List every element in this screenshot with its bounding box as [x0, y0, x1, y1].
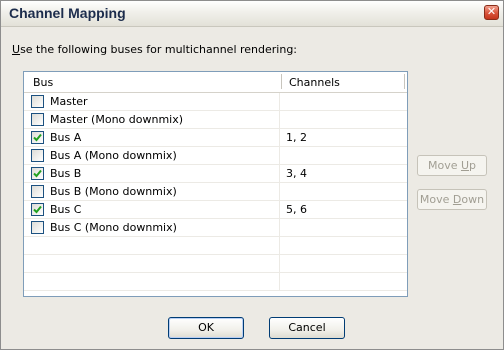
cancel-button[interactable]: Cancel: [269, 317, 345, 339]
row-checkbox[interactable]: [31, 95, 44, 108]
move-up-button[interactable]: Move Up: [417, 155, 487, 176]
bus-name: Bus B: [50, 167, 82, 180]
column-header-bus[interactable]: Bus: [33, 76, 53, 89]
window-title: Channel Mapping: [9, 5, 126, 21]
row-checkbox[interactable]: [31, 221, 44, 234]
check-icon: [33, 169, 42, 178]
column-divider: [279, 237, 280, 255]
title-bar[interactable]: Channel Mapping ✕: [1, 1, 503, 27]
list-header: Bus Channels: [24, 72, 407, 93]
column-divider: [279, 165, 280, 183]
column-divider: [279, 93, 280, 111]
row-checkbox[interactable]: [31, 203, 44, 216]
bus-name: Master: [50, 95, 88, 108]
column-divider: [279, 111, 280, 129]
channels-value: 3, 4: [286, 167, 307, 180]
check-icon: [33, 205, 42, 214]
bus-name: Bus C: [50, 203, 82, 216]
row-checkbox[interactable]: [31, 185, 44, 198]
column-divider: [279, 129, 280, 147]
table-row[interactable]: Bus A 1, 2: [24, 129, 407, 147]
channels-value: 5, 6: [286, 203, 307, 216]
column-divider: [279, 201, 280, 219]
close-icon[interactable]: ✕: [484, 5, 499, 20]
bus-name: Master (Mono downmix): [50, 113, 184, 126]
table-row[interactable]: Bus B (Mono downmix): [24, 183, 407, 201]
column-header-channels[interactable]: Channels: [289, 76, 340, 89]
column-divider: [279, 273, 280, 291]
channels-value: 1, 2: [286, 131, 307, 144]
bus-name: Bus C (Mono downmix): [50, 221, 177, 234]
bus-rows: Master Master (Mono downmix) Bus A 1, 2 Bus …: [24, 93, 407, 291]
row-checkbox[interactable]: [31, 167, 44, 180]
column-divider: [279, 147, 280, 165]
table-row[interactable]: Master (Mono downmix): [24, 111, 407, 129]
table-row[interactable]: Bus C 5, 6: [24, 201, 407, 219]
table-row[interactable]: Master: [24, 93, 407, 111]
bus-name: Bus A (Mono downmix): [50, 149, 177, 162]
empty-row: [24, 237, 407, 255]
column-divider: [279, 219, 280, 237]
row-checkbox[interactable]: [31, 149, 44, 162]
table-row[interactable]: Bus C (Mono downmix): [24, 219, 407, 237]
check-icon: [33, 133, 42, 142]
instruction-text: Use the following buses for multichannel…: [12, 43, 298, 56]
bus-list[interactable]: Bus Channels Master Master (Mono downmix)…: [23, 71, 408, 297]
empty-row: [24, 273, 407, 291]
move-down-button[interactable]: Move Down: [417, 189, 487, 210]
column-divider: [279, 183, 280, 201]
column-divider[interactable]: [281, 74, 282, 89]
ok-button[interactable]: OK: [168, 317, 244, 339]
channel-mapping-dialog: Channel Mapping ✕ Use the following buse…: [0, 0, 504, 350]
table-row[interactable]: Bus B 3, 4: [24, 165, 407, 183]
bus-name: Bus A: [50, 131, 82, 144]
row-checkbox[interactable]: [31, 113, 44, 126]
row-checkbox[interactable]: [31, 131, 44, 144]
column-divider[interactable]: [404, 74, 405, 89]
table-row[interactable]: Bus A (Mono downmix): [24, 147, 407, 165]
column-divider: [279, 255, 280, 273]
empty-row: [24, 255, 407, 273]
bus-name: Bus B (Mono downmix): [50, 185, 177, 198]
